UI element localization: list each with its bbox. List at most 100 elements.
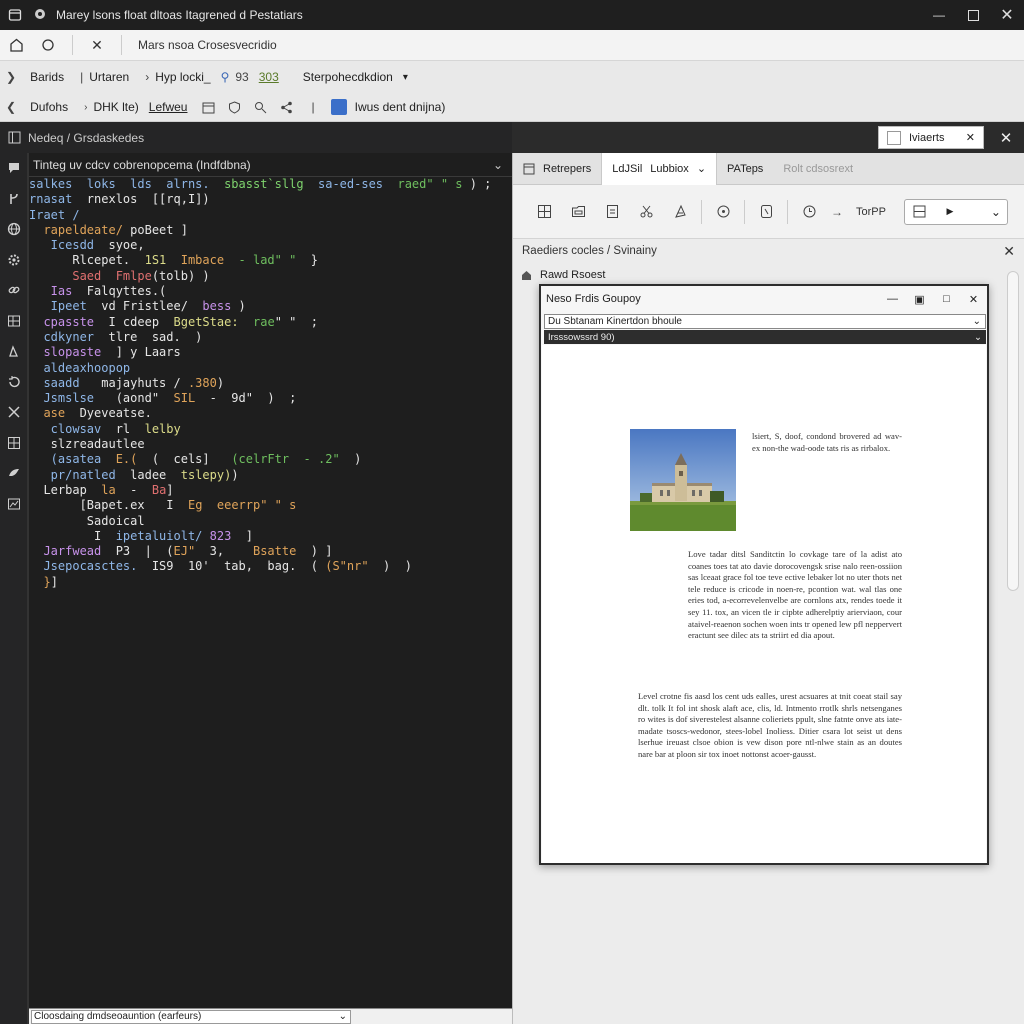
pen-tool-icon[interactable] — [663, 195, 697, 229]
code-line[interactable]: Icesdd syoe, — [29, 238, 513, 253]
breadcrumb-item[interactable]: Barids — [30, 70, 64, 84]
chart-icon[interactable] — [0, 489, 28, 520]
close-panel-button[interactable]: ✕ — [992, 122, 1020, 153]
close-icon[interactable]: ✕ — [966, 131, 975, 144]
minimize-button[interactable]: — — [922, 0, 956, 30]
close-button[interactable]: ✕ — [960, 293, 987, 306]
code-line[interactable]: rapeldeate/ poBeet ] — [29, 223, 513, 238]
record-icon[interactable] — [706, 195, 740, 229]
user-search-icon[interactable] — [249, 96, 271, 118]
code-line[interactable]: }] — [29, 575, 513, 590]
encoding-select[interactable]: Cloosdaing dmdseoauntion (earfeurs) ⌄ — [31, 1009, 351, 1024]
code-line[interactable]: ase Dyeveatse. — [29, 406, 513, 421]
share-icon[interactable] — [275, 96, 297, 118]
pen-icon[interactable] — [0, 336, 28, 367]
minimize-button[interactable]: — — [879, 293, 906, 306]
toolbar-item[interactable]: DHK lte) — [93, 100, 138, 114]
code-line[interactable]: Saed Fmlpe(tolb) ) — [29, 269, 513, 284]
stop-icon[interactable]: ✕ — [81, 30, 113, 61]
link-icon[interactable] — [0, 275, 28, 306]
chevron-right-icon[interactable]: ❯ — [6, 70, 16, 84]
code-line[interactable]: clowsav rl lelby — [29, 422, 513, 437]
breadcrumb-item[interactable]: Urtaren — [89, 70, 129, 84]
code-line[interactable]: Lerbap la - Ba] — [29, 483, 513, 498]
code-line[interactable]: aldeaxhoopop — [29, 361, 513, 376]
calendar-icon[interactable] — [197, 96, 219, 118]
tab-item[interactable]: Rolt cdsosrext — [773, 153, 863, 185]
code-line[interactable]: rnasat rnexlos [[rq,I]) — [29, 192, 513, 207]
tools-icon[interactable] — [0, 397, 28, 428]
back-icon[interactable]: ❮ — [6, 100, 16, 114]
code-line[interactable]: Ias Falqyttes.( — [29, 284, 513, 299]
arrow-right-icon[interactable]: → — [826, 195, 848, 229]
code-line[interactable]: salkes loks lds alrns. sbasst`sllg sa-ed… — [29, 177, 513, 192]
code-line[interactable]: Iraet / — [29, 208, 513, 223]
chevron-down-icon[interactable]: ▾ — [403, 72, 408, 83]
breadcrumb-item[interactable]: Hyp locki_ — [155, 70, 210, 84]
chat-icon[interactable] — [0, 153, 28, 184]
document-select[interactable]: Du Sbtanam Kinertdon bhoule ⌄ — [544, 314, 986, 329]
editor-tab[interactable]: Tinteg uv cdcv cobrenopcema (Indfdbna) ⌄ — [29, 153, 513, 177]
globe-icon[interactable] — [0, 214, 28, 245]
branch-icon[interactable] — [0, 184, 28, 215]
toolbar-item[interactable]: Dufohs — [30, 100, 68, 114]
tab-item[interactable]: Retrepers — [513, 153, 601, 185]
scrollbar[interactable] — [1007, 271, 1019, 591]
clock-icon[interactable] — [792, 195, 826, 229]
window-menu-icon[interactable] — [0, 0, 30, 30]
code-line[interactable]: pr/natled ladee tslepy)) — [29, 468, 513, 483]
code-line[interactable]: Sadoical — [29, 514, 513, 529]
ribbon-label[interactable]: TorPP — [856, 206, 886, 218]
code-line[interactable]: slopaste ] y Laars — [29, 345, 513, 360]
attach-icon[interactable] — [749, 195, 783, 229]
address-text[interactable]: Mars nsoa Crosesvecridio — [138, 38, 277, 52]
panel-icon[interactable] — [0, 131, 28, 144]
app-icon[interactable] — [330, 99, 347, 115]
search-chip[interactable]: Iviaerts ✕ — [878, 126, 984, 149]
code-area[interactable]: salkes loks lds alrns. sbasst`sllg sa-ed… — [29, 177, 513, 590]
maximize-button[interactable] — [956, 0, 990, 30]
checkbox[interactable] — [887, 130, 901, 145]
maximize-button[interactable]: □ — [933, 293, 960, 306]
code-line[interactable]: slzreadautlee — [29, 437, 513, 452]
document-icon[interactable] — [595, 195, 629, 229]
code-line[interactable]: (asatea E.( ( cels] (celrFtr - .2" ) — [29, 452, 513, 467]
code-line[interactable]: Ipeet vd Fristlee/ bess ) — [29, 299, 513, 314]
view-combo[interactable]: ▶ ⌄ — [903, 198, 1008, 225]
code-line[interactable]: Rlcepet. 1S1 Imbace - lad" " } — [29, 253, 513, 268]
code-line[interactable]: Jsmslse (aond" SIL - 9d" ) ; — [29, 391, 513, 406]
chevron-down-icon[interactable]: ⌄ — [697, 162, 706, 175]
bird-icon[interactable] — [0, 458, 28, 489]
code-line[interactable]: [Bapet.ex I Eg eeerrp" " s — [29, 498, 513, 513]
code-line[interactable]: cpasste I cdeep BgetStae: rae" " ; — [29, 315, 513, 330]
toolbar-link[interactable]: Lefweu — [149, 100, 188, 114]
code-line[interactable]: Jarfwead P3 | (EJ" 3, Bsatte ) ] — [29, 544, 513, 559]
code-editor[interactable]: Tinteg uv cdcv cobrenopcema (Indfdbna) ⌄… — [28, 153, 513, 1024]
app-gear-icon[interactable] — [33, 7, 47, 21]
table-icon[interactable] — [527, 195, 561, 229]
settings-icon[interactable] — [0, 245, 28, 276]
breadcrumb-item[interactable]: Sterpohecdkdion — [303, 70, 393, 84]
document-subbar[interactable]: Irsssowssrd 90) ⌄ — [544, 330, 986, 344]
folder-icon[interactable] — [561, 195, 595, 229]
breadcrumb-link[interactable]: 303 — [259, 70, 279, 84]
layout-icon[interactable] — [0, 306, 28, 337]
shield-icon[interactable] — [223, 96, 245, 118]
history-icon[interactable] — [0, 367, 28, 398]
grid-icon[interactable] — [0, 428, 28, 459]
home-icon[interactable] — [0, 30, 32, 61]
chevron-down-icon[interactable]: › — [145, 70, 149, 84]
tab-active[interactable]: LdJSil Lubbiox ⌄ — [601, 152, 718, 185]
close-icon[interactable]: ✕ — [1003, 243, 1015, 260]
close-window-button[interactable]: ✕ — [990, 0, 1024, 30]
tab-item[interactable]: PATeps — [717, 153, 773, 185]
code-line[interactable]: saadd majayhuts / .380) — [29, 376, 513, 391]
toolbar-item[interactable]: Iwus dent dnijna) — [355, 100, 446, 114]
chevron-down-icon[interactable]: ⌄ — [493, 158, 503, 172]
search-icon[interactable]: ⚲ — [221, 70, 230, 84]
refresh-icon[interactable] — [32, 30, 64, 61]
cut-icon[interactable] — [629, 195, 663, 229]
code-line[interactable]: I ipetaluiolt/ 823 ] — [29, 529, 513, 544]
restore-button[interactable]: ▣ — [906, 293, 933, 306]
code-line[interactable]: cdkyner tlre sad. ) — [29, 330, 513, 345]
